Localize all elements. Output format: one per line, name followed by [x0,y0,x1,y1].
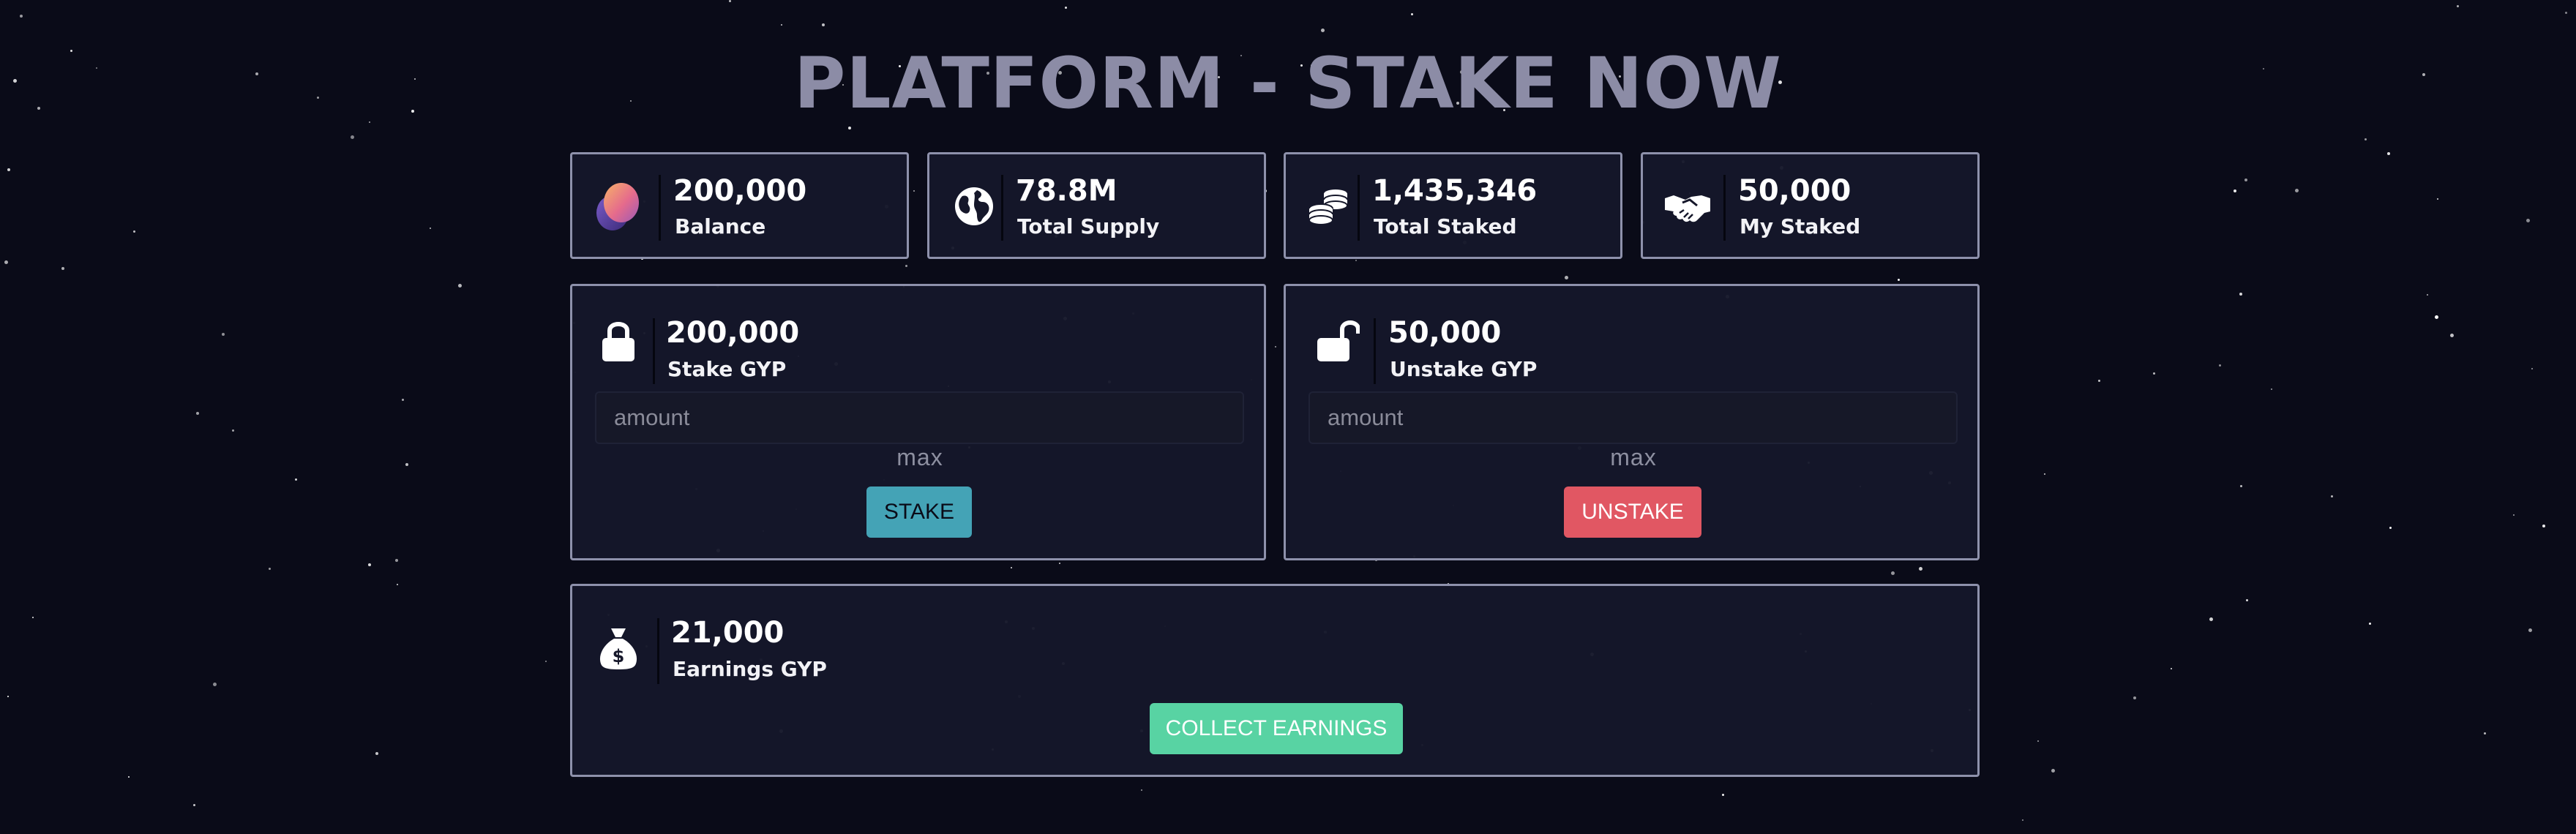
stat-label: Balance [675,214,766,238]
unstake-amount-input[interactable] [1308,391,1958,444]
stat-card-total-staked: 1,435,346 Total Staked [1284,152,1622,259]
divider [659,175,661,241]
divider [1723,175,1726,241]
handshake-icon [1662,181,1713,232]
stake-label: Stake GYP [667,357,787,381]
page: PLATFORM - STAKE NOW 200,000 Balance 78.… [0,0,2576,834]
stat-label: My Staked [1740,214,1861,238]
stat-value: 1,435,346 [1372,174,1538,208]
unstake-balance-value: 50,000 [1388,316,1502,350]
unstake-label: Unstake GYP [1390,357,1538,381]
divider [1358,175,1360,241]
collect-earnings-button[interactable]: COLLECT EARNINGS [1150,703,1403,754]
stake-balance-value: 200,000 [666,316,800,350]
coins-icon [1303,181,1355,232]
stat-value: 78.8M [1016,174,1117,208]
stat-card-balance: 200,000 Balance [570,152,909,259]
unlock-icon [1312,315,1363,367]
unstake-panel: 50,000 Unstake GYP max UNSTAKE [1284,284,1980,560]
token-logo-icon [592,181,643,232]
earnings-label: Earnings GYP [673,657,827,681]
divider [1001,175,1003,241]
stat-value: 50,000 [1738,174,1852,208]
divider [653,318,655,384]
earnings-panel: $ 21,000 Earnings GYP COLLECT EARNINGS [570,584,1980,777]
divider [657,618,659,684]
stake-button[interactable]: STAKE [866,487,972,538]
stake-max-link[interactable]: max [847,444,993,471]
divider [1374,318,1376,384]
lock-icon [593,315,644,367]
globe-icon [948,181,1000,232]
svg-text:$: $ [613,646,625,666]
page-title: PLATFORM - STAKE NOW [794,42,1782,124]
unstake-max-link[interactable]: max [1560,444,1707,471]
earnings-value: 21,000 [671,616,785,650]
stat-card-total-supply: 78.8M Total Supply [927,152,1266,259]
stat-value: 200,000 [673,174,807,208]
stat-label: Total Supply [1017,214,1160,238]
money-bag-icon: $ [593,623,644,674]
stat-card-my-staked: 50,000 My Staked [1641,152,1980,259]
stake-panel: 200,000 Stake GYP max STAKE [570,284,1266,560]
stat-label: Total Staked [1374,214,1517,238]
unstake-button[interactable]: UNSTAKE [1564,487,1701,538]
stake-amount-input[interactable] [595,391,1244,444]
